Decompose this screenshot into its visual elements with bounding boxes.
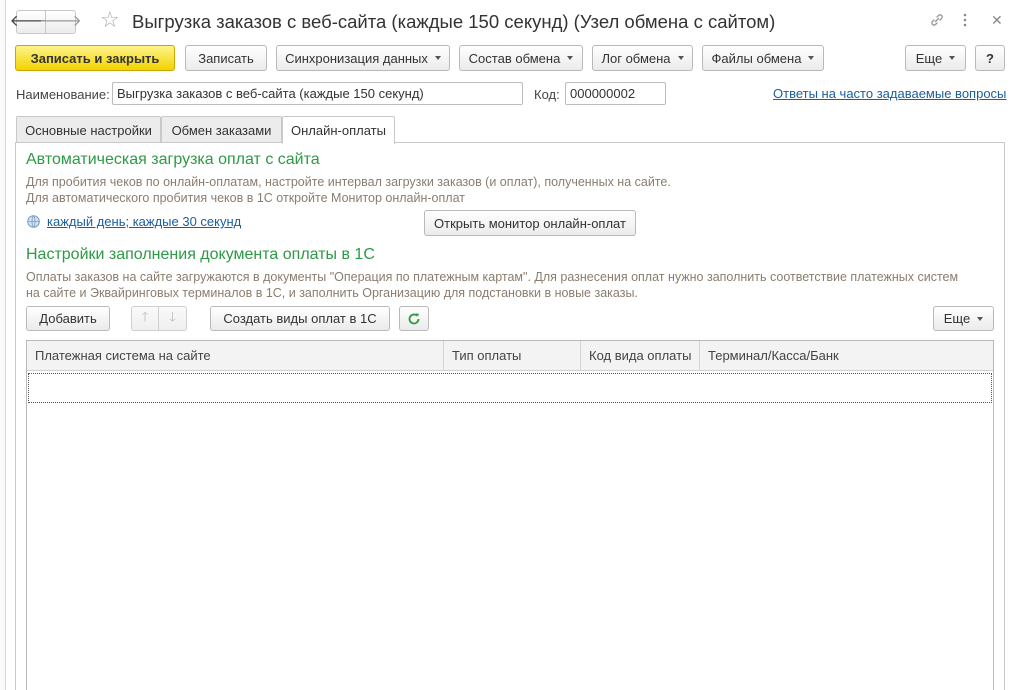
payment-mapping-table[interactable]: Платежная система на сайте Тип оплаты Ко…: [26, 340, 994, 690]
open-monitor-button[interactable]: Открыть монитор онлайн-оплат: [424, 210, 636, 236]
refresh-button[interactable]: [399, 306, 429, 331]
chevron-down-icon: [677, 56, 684, 60]
close-icon[interactable]: ✕: [991, 13, 1003, 27]
sync-label: Синхронизация данных: [285, 50, 428, 66]
refresh-icon: [408, 312, 420, 324]
arrow-up-icon: 🡑: [141, 308, 149, 324]
favorite-star-icon[interactable]: ☆: [100, 9, 120, 31]
window-edge: [0, 0, 6, 690]
auto-load-heading: Автоматическая загрузка оплат с сайта: [26, 151, 320, 168]
column-header-terminal[interactable]: Терминал/Касса/Банк: [700, 341, 993, 371]
add-button[interactable]: Добавить: [26, 306, 110, 331]
payment-doc-hint-2: на сайте и Эквайринговых терминалов в 1С…: [26, 286, 638, 300]
table-header: Платежная система на сайте Тип оплаты Ко…: [27, 341, 993, 371]
column-header-payment-code[interactable]: Код вида оплаты: [581, 341, 700, 371]
auto-load-hint-1: Для пробития чеков по онлайн-оплатам, на…: [26, 175, 671, 189]
move-down-button[interactable]: 🡓: [159, 306, 187, 331]
tab-order-exchange[interactable]: Обмен заказами: [161, 116, 282, 143]
code-field[interactable]: 000000002: [565, 82, 666, 105]
log-dropdown-button[interactable]: Лог обмена: [592, 45, 693, 71]
chevron-down-icon: [977, 316, 984, 321]
arrow-down-icon: 🡓: [169, 308, 176, 324]
move-up-button[interactable]: 🡑: [131, 306, 159, 331]
table-row-empty[interactable]: [28, 373, 992, 403]
arrow-right-icon: 🡒: [39, 13, 82, 30]
composition-label: Состав обмена: [468, 50, 561, 66]
table-more-label: Еще: [943, 311, 971, 326]
more-label: Еще: [915, 50, 943, 66]
forward-button[interactable]: 🡒: [39, 10, 82, 34]
column-header-payment-type[interactable]: Тип оплаты: [444, 341, 581, 371]
save-button[interactable]: Записать: [185, 45, 267, 71]
column-header-payment-system[interactable]: Платежная система на сайте: [27, 341, 444, 371]
chevron-down-icon: [808, 56, 815, 60]
log-label: Лог обмена: [601, 50, 671, 66]
name-label: Наименование:: [16, 87, 110, 102]
code-label: Код:: [534, 87, 560, 102]
create-payment-types-button[interactable]: Создать виды оплат в 1С: [210, 306, 390, 331]
globe-icon: [27, 215, 40, 228]
chevron-down-icon: [949, 56, 956, 60]
schedule-link[interactable]: каждый день; каждые 30 секунд: [47, 214, 241, 229]
payment-doc-hint-1: Оплаты заказов на сайте загружаются в до…: [26, 270, 959, 284]
files-dropdown-button[interactable]: Файлы обмена: [702, 45, 824, 71]
help-button[interactable]: ?: [975, 45, 1005, 71]
tab-main-settings[interactable]: Основные настройки: [16, 116, 161, 143]
chevron-down-icon: [434, 56, 441, 60]
chevron-down-icon: [567, 56, 574, 60]
tab-online-payments[interactable]: Онлайн-оплаты: [282, 116, 395, 144]
auto-load-hint-2: Для автоматического пробития чеков в 1С …: [26, 191, 465, 205]
sync-dropdown-button[interactable]: Синхронизация данных: [276, 45, 450, 71]
name-field[interactable]: Выгрузка заказов с веб-сайта (каждые 150…: [112, 82, 523, 105]
link-icon[interactable]: [929, 12, 945, 31]
vertical-dots-icon[interactable]: [962, 13, 968, 30]
more-dropdown-button[interactable]: Еще: [905, 45, 966, 71]
faq-link[interactable]: Ответы на часто задаваемые вопросы: [773, 86, 1006, 101]
payment-doc-heading: Настройки заполнения документа оплаты в …: [26, 246, 375, 263]
table-more-button[interactable]: Еще: [933, 306, 994, 331]
files-label: Файлы обмена: [711, 50, 802, 66]
save-and-close-button[interactable]: Записать и закрыть: [15, 45, 175, 71]
composition-dropdown-button[interactable]: Состав обмена: [459, 45, 583, 71]
window-title: Выгрузка заказов с веб-сайта (каждые 150…: [132, 11, 776, 32]
